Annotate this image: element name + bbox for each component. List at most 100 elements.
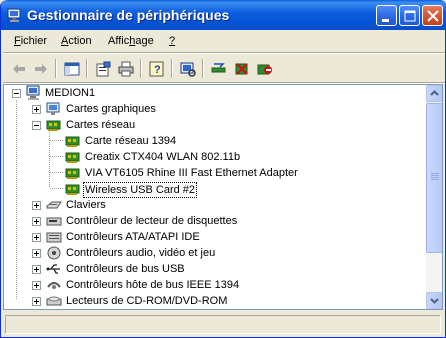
ide-controller-icon <box>46 229 62 245</box>
expand-toggle[interactable] <box>32 281 41 290</box>
display-adapter-icon <box>46 101 62 117</box>
device-manager-window: Gestionnaire de périphériques Fichier Ac… <box>0 0 446 338</box>
tree-category[interactable]: Cartes graphiques <box>4 101 422 117</box>
tree-category[interactable]: Contrôleur de lecteur de disquettes <box>4 213 422 229</box>
menu-action[interactable]: Action <box>61 35 92 47</box>
properties-button[interactable] <box>92 58 114 80</box>
close-icon <box>427 10 439 22</box>
expand-toggle[interactable] <box>32 233 41 242</box>
update-driver-icon <box>211 63 226 73</box>
tree-category[interactable]: Contrôleurs audio, vidéo et jeu <box>4 245 422 261</box>
menu-help[interactable]: ? <box>169 35 175 47</box>
print-icon <box>118 61 134 77</box>
status-bar <box>3 313 445 335</box>
title-bar[interactable]: Gestionnaire de périphériques <box>1 0 446 30</box>
tree-category-label: Lecteurs de CD-ROM/DVD-ROM <box>66 295 228 307</box>
menu-affichage[interactable]: Affichage <box>108 35 154 47</box>
update-driver-button[interactable] <box>208 58 230 80</box>
network-adapter-icon <box>65 133 81 149</box>
vertical-scrollbar[interactable] <box>426 85 442 309</box>
minimize-button[interactable] <box>376 5 397 26</box>
help-button[interactable]: ? <box>146 58 168 80</box>
uninstall-icon <box>235 63 248 75</box>
back-arrow-icon <box>13 64 25 74</box>
network-adapter-icon <box>65 181 81 197</box>
scan-hardware-icon <box>180 62 196 77</box>
tree-category-label: Contrôleurs hôte de bus IEEE 1394 <box>66 279 240 291</box>
expand-toggle[interactable] <box>32 217 41 226</box>
maximize-icon <box>404 10 416 22</box>
expand-toggle[interactable] <box>32 297 41 306</box>
tree-category[interactable]: Claviers <box>4 197 422 213</box>
collapse-toggle[interactable] <box>12 89 21 98</box>
tree-category[interactable]: Contrôleurs ATA/ATAPI IDE <box>4 229 422 245</box>
disable-device-button[interactable] <box>254 58 276 80</box>
keyboard-icon <box>46 197 62 213</box>
device-tree[interactable]: MEDION1 Cartes graphiques Cartes réseau … <box>3 84 443 310</box>
scroll-down-button[interactable] <box>426 292 442 309</box>
toolbar: ? <box>3 54 445 82</box>
window-title: Gestionnaire de périphériques <box>27 7 230 23</box>
tree-category[interactable]: Contrôleurs hôte de bus IEEE 1394 <box>4 277 422 293</box>
cdrom-icon <box>46 293 62 309</box>
menu-fichier[interactable]: Fichier <box>14 35 47 47</box>
disable-device-icon <box>257 64 272 75</box>
status-pane <box>5 315 441 334</box>
tree-device-label: Creatix CTX404 WLAN 802.11b <box>85 151 241 163</box>
usb-icon <box>46 261 62 277</box>
scan-hardware-button[interactable] <box>177 58 199 80</box>
tree-category[interactable]: Contrôleurs de bus USB <box>4 261 422 277</box>
audio-icon <box>46 245 62 261</box>
chevron-down-icon <box>430 298 439 304</box>
network-adapter-icon <box>46 117 62 133</box>
tree-category-label: Contrôleurs de bus USB <box>66 263 185 275</box>
close-button[interactable] <box>422 5 443 26</box>
scroll-thumb[interactable] <box>426 103 442 253</box>
tree-device[interactable]: Creatix CTX404 WLAN 802.11b <box>4 149 422 165</box>
tree-device[interactable]: VIA VT6105 Rhine III Fast Ethernet Adapt… <box>4 165 422 181</box>
tree-category[interactable]: Cartes réseau <box>4 117 422 133</box>
tree-category[interactable]: Lecteurs de CD-ROM/DVD-ROM <box>4 293 422 309</box>
maximize-button[interactable] <box>399 5 420 26</box>
floppy-controller-icon <box>46 213 62 229</box>
network-adapter-icon <box>65 149 81 165</box>
expand-toggle[interactable] <box>32 249 41 258</box>
toolbar-separator <box>202 59 204 78</box>
uninstall-button[interactable] <box>231 58 253 80</box>
toolbar-separator <box>86 59 88 78</box>
show-hide-tree-icon <box>64 62 80 76</box>
scroll-up-button[interactable] <box>426 85 442 102</box>
device-manager-icon <box>7 7 23 23</box>
collapse-toggle[interactable] <box>32 121 41 130</box>
expand-toggle[interactable] <box>32 265 41 274</box>
tree-category-label: Contrôleurs audio, vidéo et jeu <box>66 247 216 259</box>
expand-toggle[interactable] <box>32 105 41 114</box>
tree-device[interactable]: Carte réseau 1394 <box>4 133 422 149</box>
help-icon: ? <box>149 61 164 77</box>
tree-root-label: MEDION1 <box>45 87 96 99</box>
properties-icon <box>96 61 111 77</box>
tree-device-label: Carte réseau 1394 <box>85 135 177 147</box>
print-button[interactable] <box>115 58 137 80</box>
tree-category-label: Cartes graphiques <box>66 103 156 115</box>
forward-arrow-icon <box>35 64 47 74</box>
tree-device-label: VIA VT6105 Rhine III Fast Ethernet Adapt… <box>85 167 298 179</box>
svg-text:?: ? <box>154 64 161 76</box>
toolbar-separator <box>140 59 142 78</box>
menu-bar: Fichier Action Affichage ? <box>3 30 445 52</box>
toolbar-separator <box>171 59 173 78</box>
tree-device-label: Wireless USB Card #2 <box>83 182 198 198</box>
chevron-up-icon <box>430 90 439 96</box>
computer-icon <box>26 85 42 101</box>
minimize-icon <box>382 19 389 22</box>
tree-root[interactable]: MEDION1 <box>4 85 422 101</box>
tree-category-label: Cartes réseau <box>66 119 136 131</box>
forward-button[interactable] <box>30 58 52 80</box>
tree-category-label: Contrôleurs ATA/ATAPI IDE <box>66 231 200 243</box>
back-button[interactable] <box>8 58 30 80</box>
show-hide-tree-button[interactable] <box>61 58 83 80</box>
tree-category-label: Contrôleur de lecteur de disquettes <box>66 215 238 227</box>
network-adapter-icon <box>65 165 81 181</box>
expand-toggle[interactable] <box>32 201 41 210</box>
tree-device-selected[interactable]: Wireless USB Card #2 <box>4 181 422 198</box>
